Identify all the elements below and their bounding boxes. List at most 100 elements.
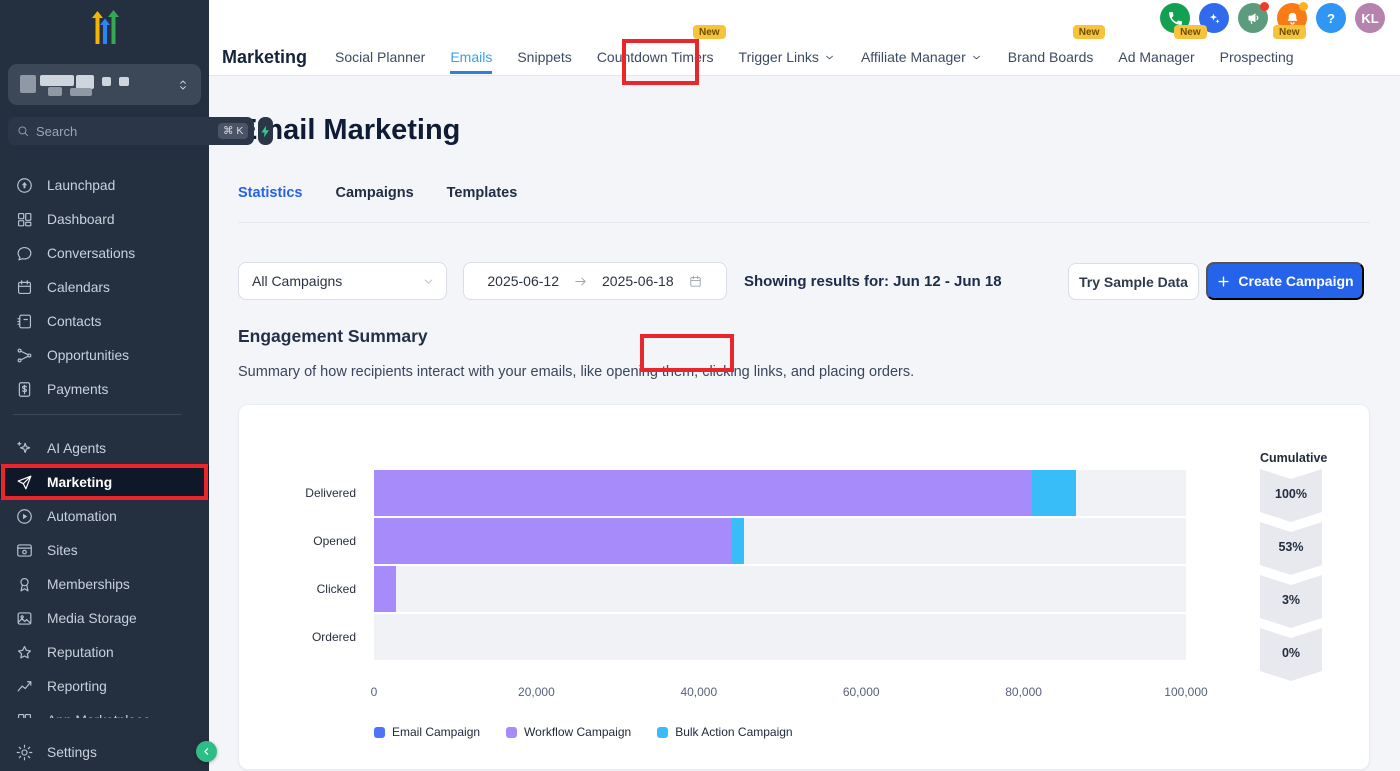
opportunities-icon: [15, 346, 34, 365]
sidebar-item-ai-agents[interactable]: AI Agents: [0, 431, 209, 465]
megaphone-icon[interactable]: [1238, 3, 1268, 33]
legend-item-email-campaign[interactable]: Email Campaign: [374, 725, 480, 739]
engagement-chart-card: Cumulative Delivered100%Opened53%Clicked…: [238, 404, 1370, 770]
try-sample-data-button[interactable]: Try Sample Data: [1068, 263, 1199, 300]
bar-segment-workflow-campaign-opened[interactable]: [374, 518, 731, 564]
new-badge: New: [693, 25, 726, 39]
sidebar-settings-row: Settings: [0, 733, 209, 771]
bar-segment-workflow-campaign-clicked[interactable]: [374, 566, 396, 612]
x-axis-tick: 80,000: [1005, 685, 1042, 699]
nav-item-label: Trigger Links: [739, 49, 819, 65]
sidebar-item-label: Reporting: [47, 679, 107, 694]
sidebar-item-media-storage[interactable]: Media Storage: [0, 601, 209, 635]
bar-track-delivered: [374, 470, 1186, 516]
x-axis-tick: 20,000: [518, 685, 555, 699]
calendar-icon: [688, 274, 703, 289]
search-input[interactable]: [36, 124, 212, 139]
sidebar-search[interactable]: ⌘ K: [8, 117, 254, 145]
sidebar-item-label: Marketing: [47, 475, 112, 490]
x-axis-tick: 60,000: [843, 685, 880, 699]
ai-agents-icon: [15, 439, 34, 458]
automation-icon: [15, 507, 34, 526]
create-campaign-button[interactable]: Create Campaign: [1206, 262, 1364, 300]
account-switcher[interactable]: [8, 64, 201, 105]
sidebar-item-label: Dashboard: [47, 212, 115, 227]
bar-segment-workflow-campaign-delivered[interactable]: [374, 470, 1032, 516]
sidebar-item-payments[interactable]: Payments: [0, 372, 209, 406]
search-icon: [16, 124, 30, 138]
date-end[interactable]: 2025-06-18: [602, 273, 674, 289]
main-content: Email Marketing StatisticsCampaignsTempl…: [209, 76, 1400, 771]
launchpad-icon: [15, 176, 34, 195]
campaign-select[interactable]: All Campaigns: [238, 262, 447, 300]
bar-segment-bulk-action-campaign-opened[interactable]: [731, 518, 744, 564]
sidebar-item-automation[interactable]: Automation: [0, 499, 209, 533]
quick-actions-button[interactable]: [258, 117, 273, 145]
nav-item-ad-manager[interactable]: Ad ManagerNew: [1118, 40, 1194, 74]
nav-item-label: Social Planner: [335, 49, 425, 65]
ai-sparkle-icon: [1206, 10, 1223, 27]
campaign-select-value: All Campaigns: [252, 273, 342, 289]
cumulative-value-ordered: 0%: [1260, 628, 1322, 681]
nav-item-emails[interactable]: Emails: [450, 40, 492, 74]
sidebar-menu-bottom: AI Agents Marketing Automation Sites Members…: [0, 431, 209, 718]
sidebar-item-contacts[interactable]: Contacts: [0, 304, 209, 338]
bar-label-ordered: Ordered: [239, 614, 365, 660]
sidebar-item-calendars[interactable]: Calendars: [0, 270, 209, 304]
tab-statistics[interactable]: Statistics: [238, 185, 302, 214]
nav-item-snippets[interactable]: Snippets: [517, 40, 571, 74]
sidebar-item-memberships[interactable]: Memberships: [0, 567, 209, 601]
media-storage-icon: [15, 609, 34, 628]
bell-icon: [1284, 10, 1301, 27]
new-badge: New: [1073, 25, 1106, 39]
nav-item-brand-boards[interactable]: Brand BoardsNew: [1008, 40, 1094, 74]
sidebar-item-label: Contacts: [47, 314, 101, 329]
search-shortcut: ⌘ K: [218, 123, 248, 139]
conversations-icon: [15, 244, 34, 263]
sidebar-item-conversations[interactable]: Conversations: [0, 236, 209, 270]
new-badge: New: [1273, 25, 1306, 39]
x-axis-tick: 40,000: [680, 685, 717, 699]
tabs: Statistics Campaigns Templates: [238, 185, 517, 214]
sidebar-item-app-marketplace[interactable]: App Marketplace: [0, 703, 209, 718]
sidebar-item-dashboard[interactable]: Dashboard: [0, 202, 209, 236]
nav-item-trigger-links[interactable]: Trigger Links: [739, 40, 836, 74]
sidebar-item-settings[interactable]: Settings: [0, 733, 209, 771]
nav-item-affiliate-manager[interactable]: Affiliate Manager: [861, 40, 983, 74]
chevron-down-icon: [823, 51, 836, 64]
nav-item-social-planner[interactable]: Social Planner: [335, 40, 425, 74]
sidebar-collapse-button[interactable]: [196, 741, 217, 762]
sidebar-item-marketing[interactable]: Marketing: [0, 465, 209, 499]
tab-templates[interactable]: Templates: [447, 185, 518, 214]
date-start[interactable]: 2025-06-12: [487, 273, 559, 289]
nav-item-label: Prospecting: [1220, 49, 1294, 65]
section-title: Engagement Summary: [238, 326, 428, 347]
chart-legend: Email Campaign Workflow Campaign Bulk Acti…: [374, 725, 793, 739]
sidebar-item-reputation[interactable]: Reputation: [0, 635, 209, 669]
nav-item-countdown-timers[interactable]: Countdown TimersNew: [597, 40, 714, 74]
help-icon[interactable]: ?: [1316, 3, 1346, 33]
user-avatar[interactable]: KL: [1355, 3, 1385, 33]
reputation-icon: [15, 643, 34, 662]
legend-item-bulk-action-campaign[interactable]: Bulk Action Campaign: [657, 725, 792, 739]
notification-dot: [1299, 2, 1308, 11]
tab-campaigns[interactable]: Campaigns: [335, 185, 413, 214]
sidebar-item-label: Automation: [47, 509, 117, 524]
sidebar-item-opportunities[interactable]: Opportunities: [0, 338, 209, 372]
chevron-updown-icon: [175, 74, 191, 96]
sidebar-item-label: Reputation: [47, 645, 114, 660]
sidebar-item-sites[interactable]: Sites: [0, 533, 209, 567]
legend-item-workflow-campaign[interactable]: Workflow Campaign: [506, 725, 631, 739]
sidebar-item-label: Memberships: [47, 577, 130, 592]
sidebar-item-label: Launchpad: [47, 178, 115, 193]
nav-item-label: Snippets: [517, 49, 571, 65]
sidebar-item-launchpad[interactable]: Launchpad: [0, 168, 209, 202]
filters-row: All Campaigns 2025-06-12 2025-06-18 Show…: [209, 262, 1400, 300]
date-range-picker[interactable]: 2025-06-12 2025-06-18: [463, 262, 727, 300]
nav-item-label: Affiliate Manager: [861, 49, 966, 65]
nav-item-prospecting[interactable]: ProspectingNew: [1220, 40, 1294, 74]
sidebar-item-reporting[interactable]: Reporting: [0, 669, 209, 703]
settings-icon: [15, 743, 34, 762]
legend-label: Bulk Action Campaign: [675, 725, 792, 739]
bar-segment-bulk-action-campaign-delivered[interactable]: [1032, 470, 1077, 516]
